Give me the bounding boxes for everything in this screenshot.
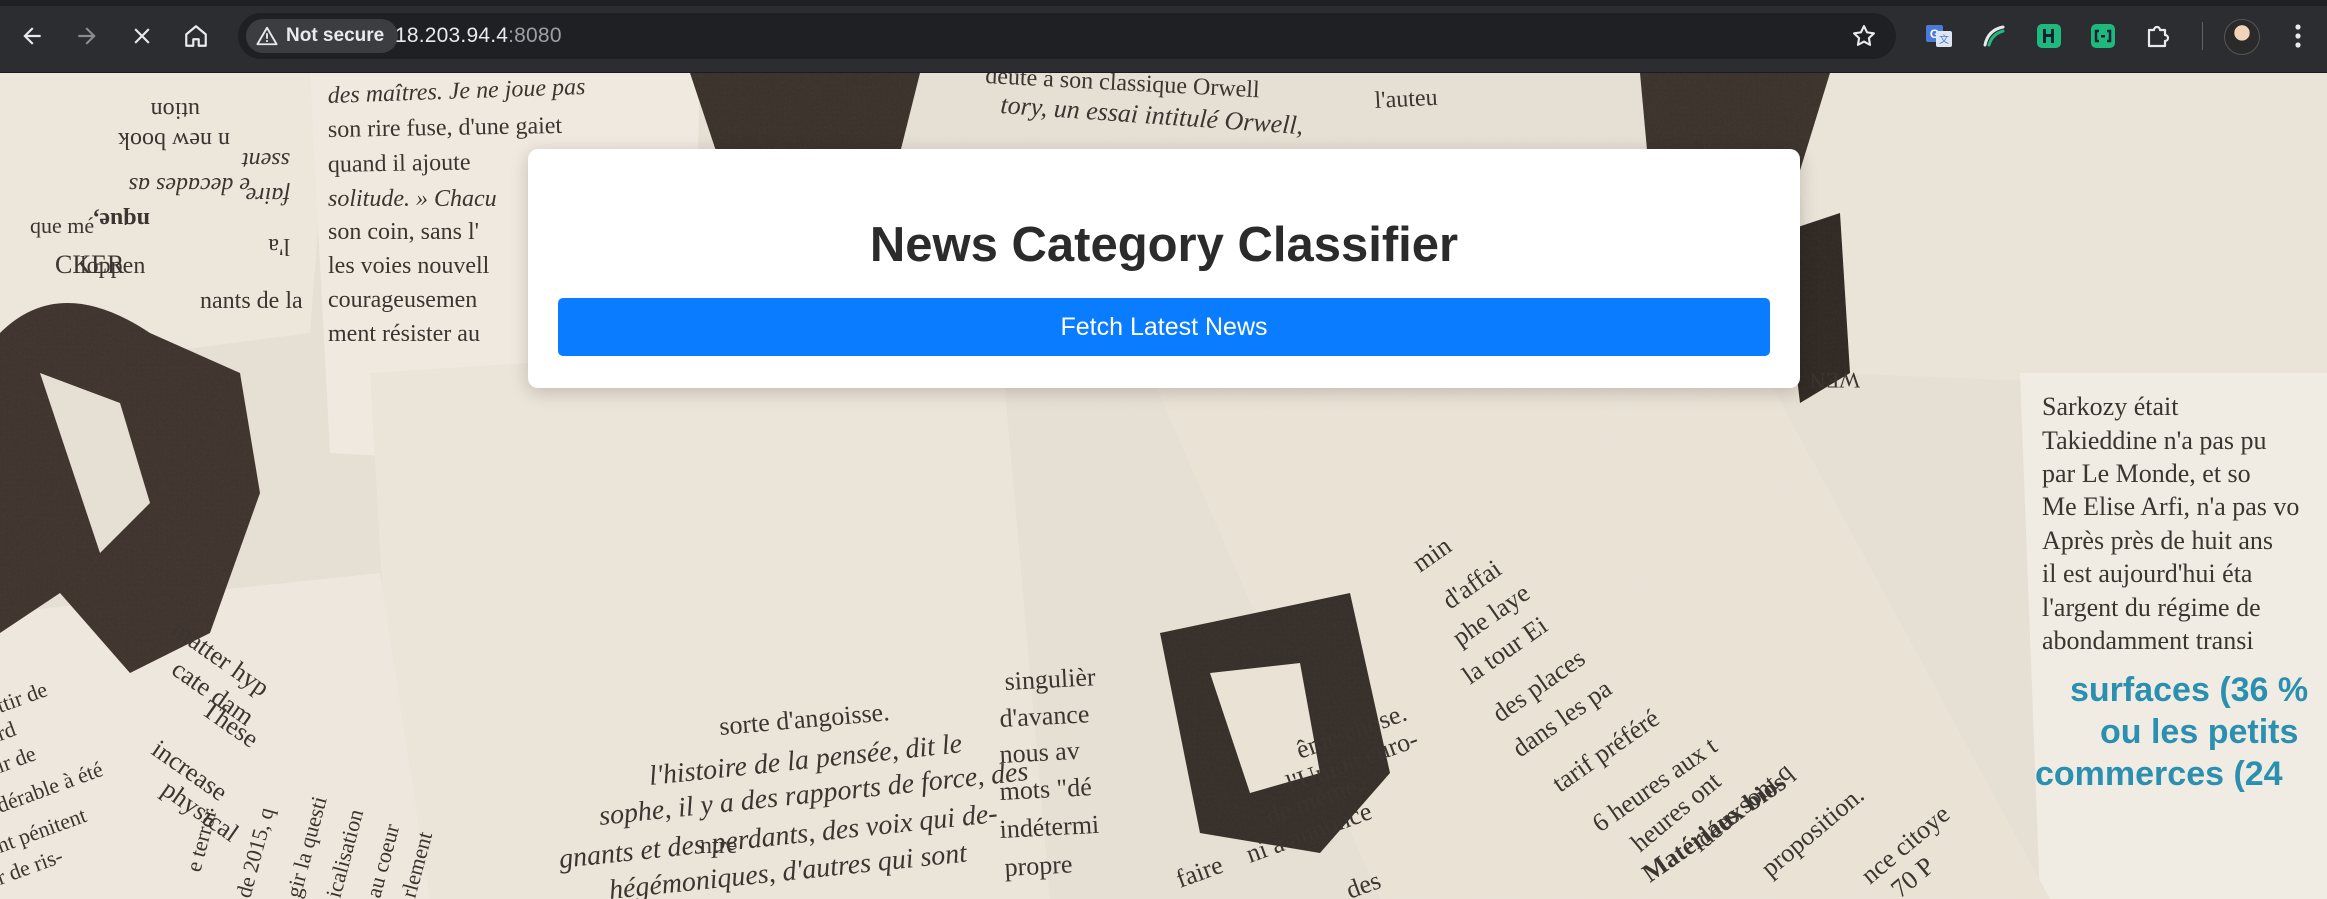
star-icon[interactable]: [1850, 22, 1878, 50]
address-bar[interactable]: Not secure 18.203.94.4:8080: [238, 13, 1896, 59]
newspaper-text-fragment: Sarkozy était: [2042, 392, 2179, 421]
grammar-extension-icon: [2037, 24, 2061, 48]
newspaper-text-fragment: faire: [245, 182, 290, 208]
url-text[interactable]: 18.203.94.4:8080: [395, 24, 562, 48]
translate-extension-button[interactable]: G文: [1922, 19, 1956, 53]
newspaper-text-fragment: propre: [1004, 849, 1073, 882]
classifier-card: News Category Classifier Fetch Latest Ne…: [528, 149, 1800, 388]
code-extension-button[interactable]: [2086, 19, 2120, 53]
newspaper-text-fragment: mots "dé: [999, 772, 1093, 806]
tab-strip: [0, 0, 2327, 6]
newspaper-text-fragment: solitude. » Chacu: [328, 186, 497, 212]
newspaper-text-fragment: nous av: [999, 736, 1081, 769]
page-title: News Category Classifier: [869, 218, 1459, 272]
kebab-menu-icon[interactable]: [2284, 19, 2312, 53]
url-host: 18.203.94.4: [395, 24, 509, 47]
home-icon: [185, 25, 207, 47]
toolbar-divider: [2202, 22, 2203, 50]
newspaper-text-fragment: d'avance: [999, 699, 1090, 733]
newspaper-text-fragment: WEN: [1810, 368, 1860, 393]
newspaper-text-fragment: l'auteu: [1374, 85, 1438, 114]
arrow-right-icon: [78, 27, 96, 45]
newspaper-text-fragment: indétermi: [999, 810, 1100, 844]
newspaper-text-fragment: ou les petits: [2100, 713, 2298, 751]
stop-loading-button[interactable]: [122, 16, 162, 56]
newspaper-text-fragment: que mé: [30, 213, 94, 238]
newspaper-text-fragment: par Le Monde, et so: [2042, 459, 2251, 488]
security-indicator[interactable]: Not secure: [246, 19, 399, 53]
browser-toolbar: Not secure 18.203.94.4:8080 G文: [0, 0, 2327, 73]
newspaper-text-fragment: les voies nouvell: [328, 253, 490, 279]
newspaper-text-fragment: surfaces (36 %: [2070, 671, 2308, 709]
newspaper-text-fragment: e decades as: [129, 172, 250, 198]
close-icon: [134, 28, 150, 44]
newspaper-text-fragment: n new book: [118, 127, 230, 153]
extensions-menu-button[interactable]: [2141, 19, 2175, 53]
code-extension-icon: [2091, 24, 2115, 48]
newspaper-text-fragment: nants de la: [200, 288, 303, 314]
avatar[interactable]: [2224, 19, 2260, 55]
newspaper-text-fragment: l'argent du régime de: [2042, 593, 2261, 622]
newspaper-text-fragment: singulièr: [1004, 662, 1097, 696]
svg-text:文: 文: [1939, 33, 1949, 46]
newspaper-text-fragment: nque,: [93, 207, 150, 233]
cursor-extension-icon: [1983, 25, 2005, 47]
newspaper-text-fragment: courageusemen: [328, 287, 477, 313]
newspaper-text-fragment: Takieddine n'a pas pu: [2042, 426, 2267, 455]
page-viewport: des maîtres. Je ne joue pas son rire fuse…: [0, 73, 2327, 899]
url-port: :8080: [508, 24, 562, 47]
arrow-left-icon: [23, 27, 41, 45]
newspaper-text-fragment: ution: [151, 97, 200, 123]
forward-button[interactable]: [67, 16, 107, 56]
translate-icon: G文: [1926, 25, 1952, 47]
home-button[interactable]: [176, 16, 216, 56]
puzzle-icon: [2147, 25, 2170, 48]
newspaper-text-fragment: il est aujourd'hui éta: [2042, 559, 2253, 588]
newspaper-text-fragment: ntre: [700, 833, 737, 859]
back-button[interactable]: [12, 16, 52, 56]
newspaper-text-fragment: Après près de huit ans: [2042, 526, 2273, 555]
fetch-latest-news-button[interactable]: Fetch Latest News: [558, 298, 1770, 356]
warning-triangle-icon: [256, 26, 278, 46]
security-label: Not secure: [286, 25, 385, 46]
newspaper-text-fragment: son coin, sans l': [328, 219, 479, 245]
newspaper-text-fragment: loppen: [80, 253, 145, 279]
newspaper-text-fragment: Me Elise Arfi, n'a pas vo: [2042, 492, 2299, 521]
newspaper-text-fragment: abondamment transi: [2042, 626, 2254, 655]
newspaper-text-fragment: l'a: [268, 233, 290, 259]
newspaper-text-fragment: commerces (24: [2035, 755, 2283, 793]
newspaper-text-fragment: quand il ajoute: [328, 150, 471, 178]
cursor-extension-button[interactable]: [1977, 19, 2011, 53]
newspaper-text-fragment: ment résister au: [328, 321, 480, 347]
newspaper-text-fragment: son rire fuse, d'une gaiet: [328, 113, 563, 143]
grammar-extension-button[interactable]: [2032, 19, 2066, 53]
newspaper-text-fragment: ssent: [241, 147, 290, 173]
